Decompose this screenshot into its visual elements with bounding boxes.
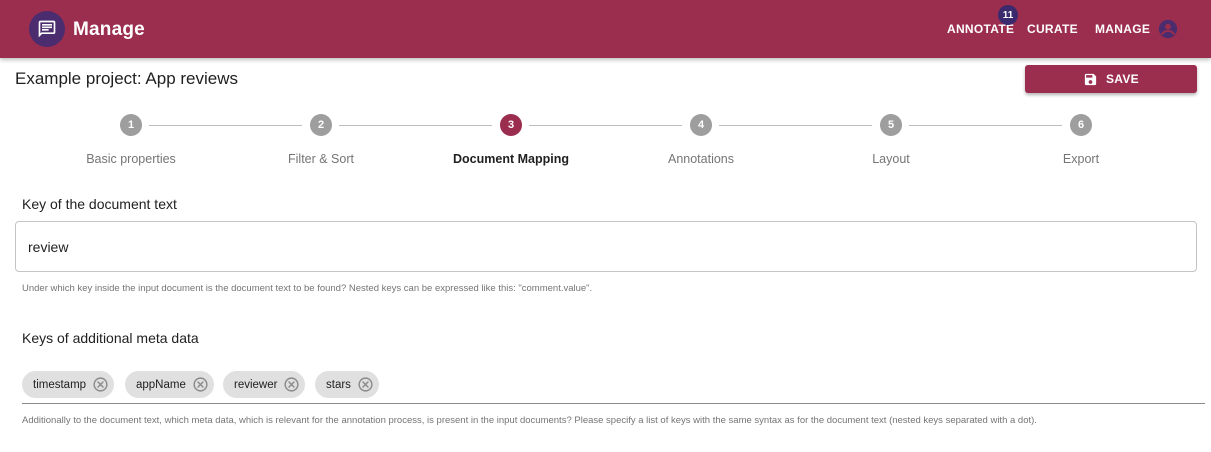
chip-timestamp[interactable]: timestamp — [22, 371, 115, 398]
annotate-count-badge: 11 — [998, 5, 1018, 25]
save-icon — [1084, 73, 1097, 85]
step-number: 2 — [310, 114, 332, 136]
step-label: Basic properties — [86, 152, 176, 166]
step-number: 1 — [120, 114, 142, 136]
nav-manage[interactable]: MANAGE — [1095, 22, 1150, 36]
step-document-mapping[interactable]: 3 Document Mapping — [416, 114, 606, 166]
message-icon[interactable] — [29, 11, 65, 47]
meta-data-label: Keys of additional meta data — [22, 330, 199, 346]
step-filter-sort[interactable]: 2 Filter & Sort — [226, 114, 416, 166]
step-annotations[interactable]: 4 Annotations — [606, 114, 796, 166]
step-label: Annotations — [667, 152, 735, 166]
step-number: 5 — [880, 114, 902, 136]
chip-appname[interactable]: appName — [125, 371, 214, 398]
cancel-icon[interactable] — [92, 376, 109, 393]
step-export[interactable]: 6 Export — [986, 114, 1176, 166]
stepper: 1 Basic properties 2 Filter & Sort 3 Doc… — [0, 114, 1211, 174]
chip-label: timestamp — [33, 378, 87, 391]
chip-label: reviewer — [234, 378, 278, 391]
step-label: Document Mapping — [453, 152, 569, 166]
save-button[interactable]: SAVE — [1025, 65, 1197, 93]
step-number: 3 — [500, 114, 522, 136]
page-title: Example project: App reviews — [15, 69, 238, 88]
document-text-label: Key of the document text — [22, 196, 177, 212]
chip-label: stars — [326, 378, 351, 391]
step-label: Layout — [872, 152, 910, 166]
step-basic-properties[interactable]: 1 Basic properties — [36, 114, 226, 166]
message-icon-glyph — [38, 20, 56, 38]
step-label: Filter & Sort — [288, 152, 354, 166]
chip-stars[interactable]: stars — [315, 371, 379, 398]
document-text-key-input[interactable] — [15, 221, 1197, 272]
app-title: Manage — [73, 19, 145, 40]
document-text-helper: Under which key inside the input documen… — [22, 283, 593, 294]
cancel-icon[interactable] — [357, 376, 374, 393]
app-bar: Manage ANNOTATE 11 CURATE MANAGE — [0, 0, 1211, 58]
step-label: Export — [1062, 152, 1100, 166]
step-number: 4 — [690, 114, 712, 136]
account-circle-icon[interactable] — [1157, 18, 1179, 40]
cancel-icon[interactable] — [192, 376, 209, 393]
step-number: 6 — [1070, 114, 1092, 136]
meta-data-chip-input[interactable]: timestamp appName reviewer stars — [22, 371, 1205, 404]
chip-label: appName — [136, 378, 186, 391]
chip-reviewer[interactable]: reviewer — [223, 371, 306, 398]
step-layout[interactable]: 5 Layout — [796, 114, 986, 166]
nav-curate[interactable]: CURATE — [1027, 22, 1078, 36]
cancel-icon[interactable] — [283, 376, 300, 393]
meta-data-helper: Additionally to the document text, which… — [22, 415, 1037, 426]
save-button-label: SAVE — [1106, 72, 1139, 86]
